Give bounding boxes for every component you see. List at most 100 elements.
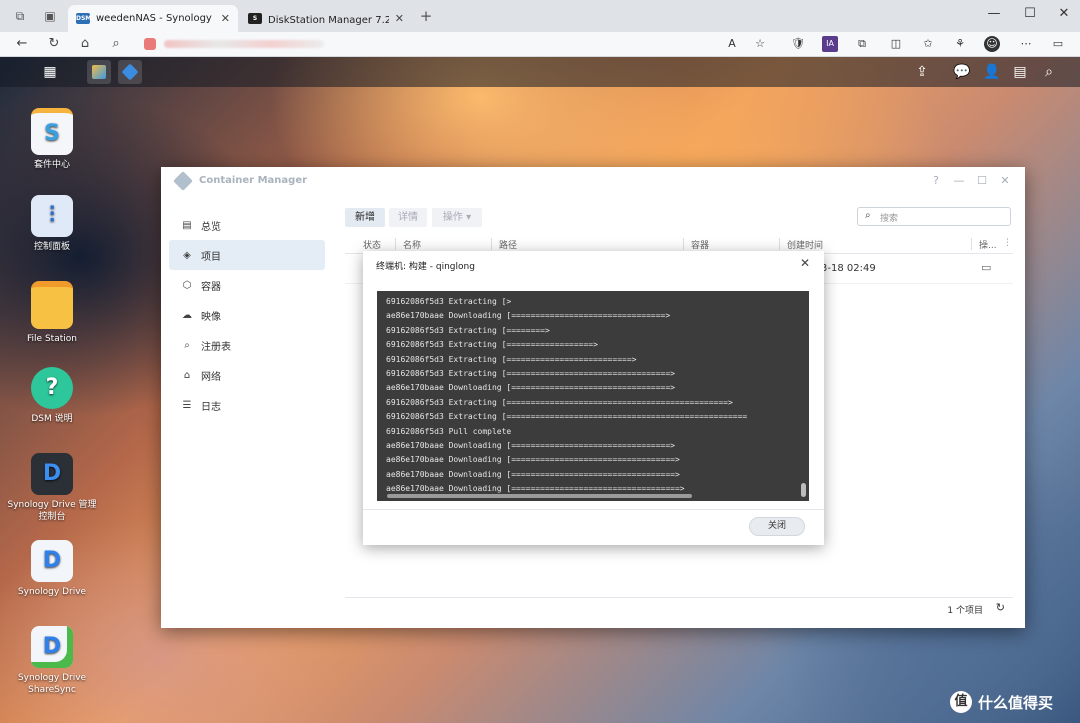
terminal-line: 69162086f5d3 Extracting [===============…	[386, 397, 733, 407]
main-menu-icon[interactable]: ▦	[38, 60, 62, 84]
tab-actions-icon[interactable]: ▣	[42, 8, 58, 24]
vertical-scrollbar[interactable]	[801, 483, 806, 497]
help-icon: ?	[31, 367, 73, 409]
refresh-icon[interactable]: ↻	[46, 36, 62, 52]
column-divider	[683, 238, 684, 250]
desktop-icon-dsm-help[interactable]: ? DSM 说明	[4, 367, 100, 425]
desktop-icon-control-panel[interactable]: ⫶ 控制面板	[4, 195, 100, 253]
terminal-lines: 69162086f5d3 Extracting [> ae86e170baae D…	[386, 295, 747, 497]
desktop-icon-label: DSM 说明	[31, 414, 73, 424]
column-header-status[interactable]: 状态	[363, 238, 381, 251]
terminal-line: 69162086f5d3 Extracting [===============…	[386, 369, 675, 379]
search-placeholder: 搜索	[880, 214, 899, 224]
site-watermark: 值 什么值得买	[950, 688, 1075, 716]
search-input[interactable]: ⌕ 搜索	[857, 207, 1011, 226]
container-icon: ⬡	[182, 279, 192, 291]
tab-title: DiskStation Manager 7.2 | 群晖科	[268, 15, 389, 26]
new-tab-icon[interactable]: +	[418, 8, 434, 24]
ia-extension-icon[interactable]: IA	[822, 36, 838, 52]
window-title-bar[interactable]: Container Manager ? — ☐ ✕	[161, 167, 1025, 195]
action-dropdown-button[interactable]: 操作 ▾	[432, 208, 482, 227]
home-icon[interactable]: ⌂	[77, 36, 93, 52]
sidebar-item-container[interactable]: ⬡ 容器	[169, 270, 325, 300]
sidebar-item-project[interactable]: ◈ 项目	[169, 240, 325, 270]
desktop-icon-file-station[interactable]: File Station	[4, 281, 100, 345]
sidebar-item-log[interactable]: ☰ 日志	[169, 390, 325, 420]
collections-icon[interactable]: ⚘	[952, 36, 968, 52]
column-menu-icon[interactable]: ⋮	[1003, 238, 1012, 248]
terminal-icon[interactable]: ▭	[981, 261, 991, 274]
tab-diskstation-manager[interactable]: S DiskStation Manager 7.2 | 群晖科 ✕	[240, 5, 412, 32]
column-header-path[interactable]: 路径	[499, 238, 517, 251]
help-icon[interactable]: ?	[929, 174, 943, 187]
sidebar-item-overview[interactable]: ▤ 总览	[169, 210, 325, 240]
image-cloud-icon: ☁	[182, 309, 192, 321]
minimize-icon[interactable]: —	[984, 6, 1004, 21]
maximize-icon[interactable]: ☐	[975, 174, 989, 187]
dsm-favicon-icon: DSM	[76, 13, 92, 24]
control-panel-icon: ⫶	[31, 195, 73, 237]
notification-icon[interactable]: 💬	[950, 60, 974, 84]
workspaces-icon[interactable]: ⧉	[12, 8, 28, 24]
terminal-line: 69162086f5d3 Extracting [===============…	[386, 412, 748, 422]
sidebar-item-image[interactable]: ☁ 映像	[169, 300, 325, 330]
created-time-cell: 3-18 02:49	[821, 263, 876, 274]
url-field[interactable]	[134, 35, 774, 53]
maximize-icon[interactable]: ☐	[1020, 6, 1040, 21]
column-header-actions[interactable]: 操...	[979, 238, 997, 251]
sidebar-item-registry[interactable]: ⌕ 注册表	[169, 330, 325, 360]
desktop-icon-drive-sharesync[interactable]: D Synology Drive ShareSync	[4, 626, 100, 696]
tab-synology-nas[interactable]: DSM weedenNAS - Synology NAS ✕	[68, 5, 238, 32]
sidebar-item-label: 映像	[201, 311, 221, 323]
terminal-output[interactable]: 69162086f5d3 Extracting [> ae86e170baae D…	[377, 291, 809, 501]
close-icon[interactable]: ✕	[998, 174, 1012, 187]
detail-button[interactable]: 详情	[389, 208, 427, 227]
close-button[interactable]: 关闭	[749, 517, 805, 536]
desktop-icon-synology-drive[interactable]: D Synology Drive	[4, 540, 100, 598]
favorites-icon[interactable]: ✩	[920, 36, 936, 52]
site-info-icon[interactable]	[144, 38, 156, 50]
browser-tab-bar: ⧉ ▣ DSM weedenNAS - Synology NAS ✕ S Dis…	[0, 0, 1080, 32]
more-icon[interactable]: ⋯	[1018, 36, 1034, 52]
extensions-icon[interactable]: ⧉	[854, 36, 870, 52]
terminal-line: ae86e170baae Downloading [==============…	[386, 441, 675, 451]
close-tab-icon[interactable]: ✕	[221, 12, 230, 25]
url-text-redacted	[164, 40, 324, 48]
taskbar-app-package-center[interactable]	[87, 60, 111, 84]
profile-avatar-icon[interactable]: ☺	[984, 36, 1000, 52]
column-header-created[interactable]: 创建时间	[787, 238, 823, 251]
sidebar-toggle-icon[interactable]: ▭	[1050, 36, 1066, 52]
close-tab-icon[interactable]: ✕	[395, 12, 404, 25]
favorite-icon[interactable]: ☆	[752, 36, 768, 52]
synology-favicon-icon: S	[248, 13, 262, 24]
dsm-taskbar: ▦ ⇪ 💬 👤 ▤ ⌕	[0, 57, 1080, 87]
column-header-containers[interactable]: 容器	[691, 238, 709, 251]
shield-extension-icon[interactable]: 🛡	[790, 36, 806, 52]
watermark-text: 什么值得买	[978, 693, 1054, 712]
sidebar-item-label: 日志	[201, 401, 221, 413]
widgets-icon[interactable]: ▤	[1008, 60, 1032, 84]
sidebar-item-network[interactable]: ⌂ 网络	[169, 360, 325, 390]
address-bar-row: ← ↻ ⌂ ⌕ A ☆ 🛡 IA ⧉ ◫ ✩ ⚘ ☺ ⋯ ▭	[0, 32, 1080, 57]
horizontal-scrollbar[interactable]	[387, 494, 692, 498]
terminal-line: ae86e170baae Downloading [==============…	[386, 455, 680, 465]
search-icon[interactable]: ⌕	[1037, 60, 1061, 84]
search-icon[interactable]: ⌕	[108, 36, 124, 52]
desktop-icon-package-center[interactable]: S 套件中心	[4, 108, 100, 171]
refresh-icon[interactable]: ↻	[996, 601, 1005, 614]
column-header-name[interactable]: 名称	[403, 238, 421, 251]
desktop-icon-drive-admin-console[interactable]: D Synology Drive 管理控制台	[4, 453, 100, 523]
close-window-icon[interactable]: ✕	[1054, 6, 1074, 21]
taskbar-app-container-manager[interactable]	[118, 60, 142, 84]
close-icon[interactable]: ✕	[800, 256, 810, 270]
create-button[interactable]: 新增	[345, 208, 385, 227]
sharesync-icon: D	[31, 626, 73, 668]
sidebar: ▤ 总览 ◈ 项目 ⬡ 容器 ☁ 映像 ⌕ 注册表 ⌂ 网络 ☰ 日志	[169, 210, 325, 420]
tab-title: weedenNAS - Synology NAS	[96, 13, 215, 24]
user-icon[interactable]: 👤	[980, 60, 1004, 84]
back-icon[interactable]: ←	[14, 36, 30, 52]
split-screen-icon[interactable]: ◫	[888, 36, 904, 52]
minimize-icon[interactable]: —	[952, 174, 966, 187]
upload-queue-icon[interactable]: ⇪	[910, 60, 934, 84]
read-aloud-icon[interactable]: A	[724, 36, 740, 52]
